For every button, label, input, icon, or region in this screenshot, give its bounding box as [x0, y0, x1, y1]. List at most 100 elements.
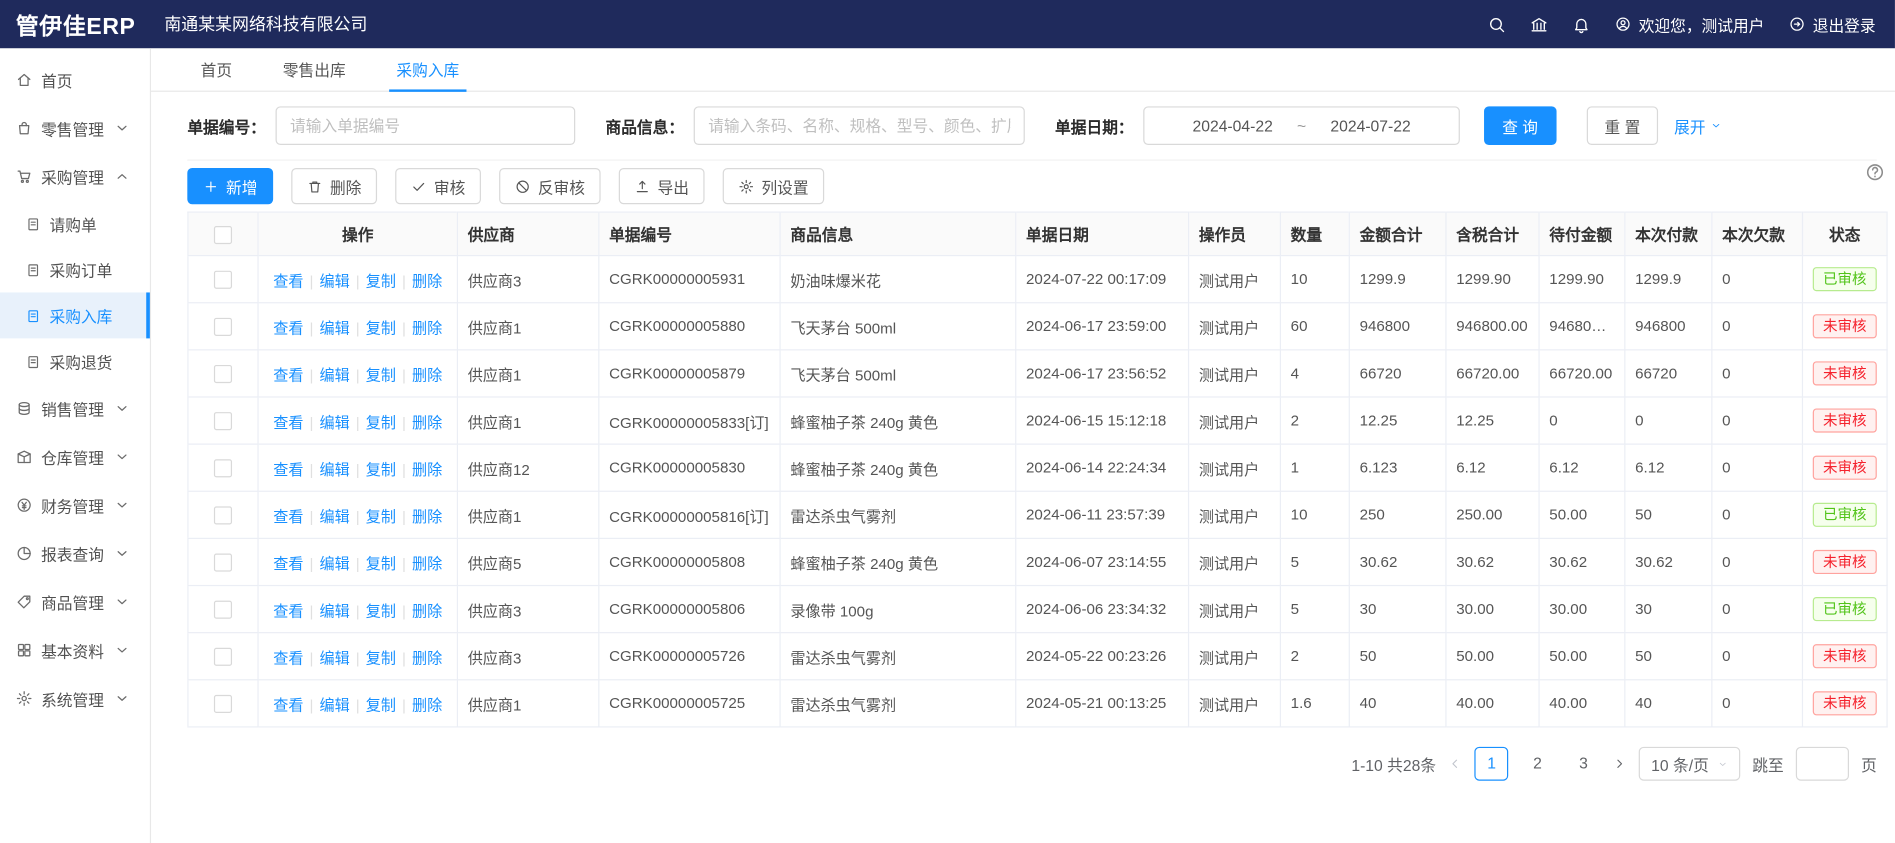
row-checkbox[interactable] [214, 694, 232, 712]
sidebar-item-purchase-order[interactable]: 采购订单 [0, 247, 150, 293]
bank-icon[interactable] [1530, 15, 1548, 33]
tab-purchase-inbound[interactable]: 采购入库 [371, 48, 485, 90]
column-settings-button[interactable]: 列设置 [723, 168, 825, 204]
copy-link[interactable]: 复制 [366, 414, 396, 431]
notification-bell-icon[interactable] [1572, 15, 1590, 33]
date-to-value[interactable]: 2024-07-22 [1330, 117, 1410, 135]
logout-button[interactable]: 退出登录 [1789, 13, 1876, 36]
edit-link[interactable]: 编辑 [319, 414, 349, 431]
bill-no-input[interactable] [276, 106, 576, 145]
row-checkbox[interactable] [214, 459, 232, 477]
copy-link[interactable]: 复制 [366, 697, 396, 714]
cell-paid: 30 [1625, 586, 1712, 633]
row-checkbox[interactable] [214, 270, 232, 288]
copy-link[interactable]: 复制 [366, 320, 396, 337]
page-button-3[interactable]: 3 [1567, 747, 1601, 781]
sidebar-item-report-query[interactable]: 报表查询 [0, 529, 150, 577]
sidebar-item-goods-mgmt[interactable]: 商品管理 [0, 578, 150, 626]
cell-operator: 测试用户 [1189, 350, 1281, 397]
sidebar-item-purchase-request[interactable]: 请购单 [0, 201, 150, 247]
delete-link[interactable]: 删除 [412, 367, 442, 384]
product-info-input[interactable] [694, 106, 1025, 145]
sidebar-item-home[interactable]: 首页 [0, 56, 150, 104]
chevron-down-icon [114, 545, 131, 562]
page-button-2[interactable]: 2 [1521, 747, 1555, 781]
tab-retail-outbound[interactable]: 零售出库 [257, 48, 371, 90]
view-link[interactable]: 查看 [273, 414, 303, 431]
sidebar-item-purchase-inbound[interactable]: 采购入库 [0, 292, 150, 338]
edit-link[interactable]: 编辑 [319, 367, 349, 384]
edit-link[interactable]: 编辑 [319, 602, 349, 619]
reset-button[interactable]: 重 置 [1586, 106, 1658, 145]
sidebar-item-base-data[interactable]: 基本资料 [0, 626, 150, 674]
sidebar-item-system-mgmt[interactable]: 系统管理 [0, 674, 150, 722]
unaudit-button[interactable]: 反审核 [499, 168, 601, 204]
row-checkbox[interactable] [214, 553, 232, 571]
view-link[interactable]: 查看 [273, 461, 303, 478]
delete-link[interactable]: 删除 [412, 320, 442, 337]
view-link[interactable]: 查看 [273, 508, 303, 525]
question-circle-icon[interactable] [1865, 162, 1886, 183]
edit-link[interactable]: 编辑 [319, 697, 349, 714]
copy-link[interactable]: 复制 [366, 650, 396, 667]
date-from-value[interactable]: 2024-04-22 [1192, 117, 1272, 135]
sidebar-item-purchase-return[interactable]: 采购退货 [0, 338, 150, 384]
delete-link[interactable]: 删除 [412, 508, 442, 525]
edit-link[interactable]: 编辑 [319, 461, 349, 478]
view-link[interactable]: 查看 [273, 555, 303, 572]
edit-link[interactable]: 编辑 [319, 650, 349, 667]
page-size-select[interactable]: 10 条/页 [1639, 747, 1740, 781]
view-link[interactable]: 查看 [273, 602, 303, 619]
select-all-checkbox[interactable] [214, 225, 232, 243]
edit-link[interactable]: 编辑 [319, 320, 349, 337]
row-checkbox[interactable] [214, 506, 232, 524]
sidebar-item-sales-mgmt[interactable]: 销售管理 [0, 384, 150, 432]
search-icon[interactable] [1488, 15, 1506, 33]
copy-link[interactable]: 复制 [366, 273, 396, 290]
delete-link[interactable]: 删除 [412, 414, 442, 431]
delete-link[interactable]: 删除 [412, 273, 442, 290]
cell-date: 2024-06-15 15:12:18 [1016, 397, 1189, 444]
row-checkbox[interactable] [214, 600, 232, 618]
copy-link[interactable]: 复制 [366, 555, 396, 572]
add-button[interactable]: 新增 [187, 168, 273, 204]
delete-link[interactable]: 删除 [412, 602, 442, 619]
next-page-button[interactable] [1612, 757, 1627, 772]
row-checkbox[interactable] [214, 412, 232, 430]
page-button-1[interactable]: 1 [1475, 747, 1509, 781]
view-link[interactable]: 查看 [273, 320, 303, 337]
view-link[interactable]: 查看 [273, 650, 303, 667]
search-button[interactable]: 查 询 [1484, 106, 1556, 145]
row-checkbox[interactable] [214, 647, 232, 665]
main-content: 首页零售出库采购入库 单据编号： 商品信息： 单据日期： 2024-04-22 [151, 48, 1895, 843]
sidebar-item-warehouse-mgmt[interactable]: 仓库管理 [0, 433, 150, 481]
copy-link[interactable]: 复制 [366, 602, 396, 619]
edit-link[interactable]: 编辑 [319, 555, 349, 572]
cell-operator: 测试用户 [1189, 586, 1281, 633]
copy-link[interactable]: 复制 [366, 461, 396, 478]
copy-link[interactable]: 复制 [366, 508, 396, 525]
tab-home[interactable]: 首页 [175, 48, 257, 90]
jump-page-input[interactable] [1796, 747, 1849, 781]
prev-page-button[interactable] [1448, 757, 1463, 772]
sidebar-item-finance-mgmt[interactable]: 财务管理 [0, 481, 150, 529]
edit-link[interactable]: 编辑 [319, 273, 349, 290]
row-checkbox[interactable] [214, 364, 232, 382]
copy-link[interactable]: 复制 [366, 367, 396, 384]
sidebar-item-purchase-mgmt[interactable]: 采购管理 [0, 152, 150, 200]
row-checkbox[interactable] [214, 317, 232, 335]
delete-link[interactable]: 删除 [412, 650, 442, 667]
delete-button[interactable]: 删除 [291, 168, 377, 204]
date-range-picker[interactable]: 2024-04-22 ~ 2024-07-22 [1143, 106, 1460, 145]
edit-link[interactable]: 编辑 [319, 508, 349, 525]
export-button[interactable]: 导出 [619, 168, 705, 204]
sidebar-item-retail-mgmt[interactable]: 零售管理 [0, 104, 150, 152]
delete-link[interactable]: 删除 [412, 697, 442, 714]
delete-link[interactable]: 删除 [412, 461, 442, 478]
view-link[interactable]: 查看 [273, 273, 303, 290]
view-link[interactable]: 查看 [273, 367, 303, 384]
expand-link[interactable]: 展开 [1674, 114, 1722, 137]
view-link[interactable]: 查看 [273, 697, 303, 714]
audit-button[interactable]: 审核 [395, 168, 481, 204]
delete-link[interactable]: 删除 [412, 555, 442, 572]
